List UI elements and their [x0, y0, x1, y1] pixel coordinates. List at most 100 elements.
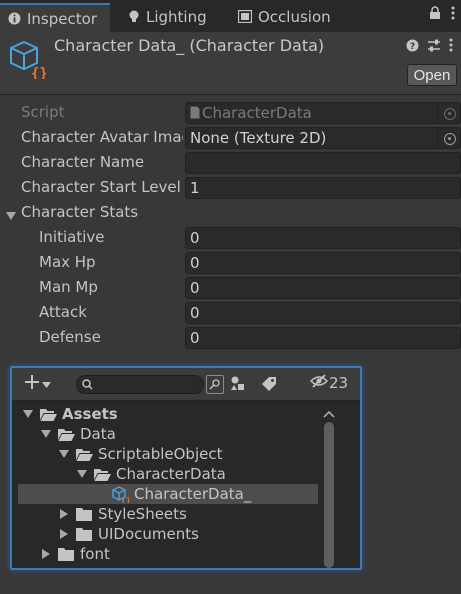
- tree-item-uidocuments[interactable]: UIDocuments: [18, 524, 318, 544]
- kebab-menu-icon[interactable]: [451, 6, 455, 24]
- open-button[interactable]: Open: [407, 64, 457, 86]
- character-name-input[interactable]: [185, 152, 461, 174]
- script-value: CharacterData: [202, 104, 312, 122]
- object-picker-icon[interactable]: [444, 133, 456, 145]
- chevron-down-icon: [42, 376, 51, 392]
- foldout-collapsed-icon[interactable]: [40, 544, 52, 564]
- man-mp-field-row: Man Mp 0: [0, 276, 461, 301]
- name-field-row: Character Name: [0, 151, 461, 176]
- tree-item-label: CharacterData: [116, 465, 226, 483]
- project-toolbar: 23: [12, 368, 360, 401]
- inspector-header: {} Character Data_ (Character Data) ? Op…: [0, 32, 461, 94]
- tree-item-label: ScriptableObject: [98, 445, 223, 463]
- max-hp-field-row: Max Hp 0: [0, 251, 461, 276]
- create-button[interactable]: [24, 374, 51, 394]
- scriptable-object-icon: {}: [112, 485, 129, 503]
- project-window: 23 Assets Data ScriptableObject Characte…: [10, 366, 362, 570]
- character-stats-label: Character Stats: [21, 203, 139, 221]
- defense-field-row: Defense 0: [0, 326, 461, 351]
- attack-label: Attack: [39, 303, 87, 321]
- script-object-field: CharacterData: [185, 102, 461, 124]
- foldout-expanded-icon[interactable]: [40, 424, 52, 444]
- page-title: Character Data_ (Character Data): [54, 36, 325, 55]
- window-tab-bar: Inspector Lighting Occlusion: [0, 0, 461, 32]
- man-mp-label: Man Mp: [39, 278, 98, 296]
- tab-lighting-label: Lighting: [146, 7, 207, 26]
- tree-item-scriptableobject[interactable]: ScriptableObject: [18, 444, 318, 464]
- initiative-field-row: Initiative 0: [0, 226, 461, 251]
- filter-by-label-icon[interactable]: [262, 376, 277, 395]
- folder-open-icon: [40, 408, 57, 421]
- foldout-expanded-icon[interactable]: [76, 464, 88, 484]
- tree-item-characterdata-asset[interactable]: {} CharacterData_: [18, 484, 318, 504]
- foldout-expanded-icon[interactable]: [22, 404, 34, 424]
- header-tools: ?: [406, 38, 453, 56]
- tree-item-stylesheets[interactable]: StyleSheets: [18, 504, 318, 524]
- tab-occlusion[interactable]: Occlusion: [238, 4, 331, 29]
- hidden-count-value: 23: [329, 374, 349, 392]
- foldout-collapsed-icon[interactable]: [58, 504, 70, 524]
- max-hp-input[interactable]: 0: [185, 252, 461, 274]
- tree-item-label: UIDocuments: [98, 525, 199, 543]
- object-picker-icon: [444, 108, 456, 120]
- start-level-label: Character Start Level: [21, 178, 181, 196]
- header-divider: [0, 94, 461, 95]
- vertical-scrollbar[interactable]: [322, 402, 336, 568]
- tree-item-label: Data: [80, 425, 116, 443]
- folder-open-icon: [58, 428, 75, 441]
- max-hp-label: Max Hp: [39, 253, 96, 271]
- help-icon[interactable]: ?: [406, 39, 419, 56]
- avatar-label: Character Avatar Imag: [21, 128, 183, 146]
- eye-slash-icon: [309, 374, 329, 392]
- kebab-menu-icon[interactable]: [449, 38, 453, 56]
- occlusion-icon: [238, 10, 252, 23]
- scriptable-object-icon: {}: [8, 39, 48, 82]
- start-level-input[interactable]: 1: [185, 177, 461, 199]
- tree-item-characterdata-folder[interactable]: CharacterData: [18, 464, 318, 484]
- tree-item-data[interactable]: Data: [18, 424, 318, 444]
- object-picker-separator: [437, 128, 438, 148]
- tree-item-label: Assets: [62, 405, 118, 423]
- avatar-object-field[interactable]: None (Texture 2D): [185, 127, 461, 149]
- initiative-input[interactable]: 0: [185, 227, 461, 249]
- attack-field-row: Attack 0: [0, 301, 461, 326]
- attack-input[interactable]: 0: [185, 302, 461, 324]
- lightbulb-icon: [128, 10, 140, 24]
- defense-label: Defense: [39, 328, 101, 346]
- script-field-row: Script CharacterData: [0, 101, 461, 126]
- tree-item-label: StyleSheets: [98, 505, 187, 523]
- tree-item-assets[interactable]: Assets: [18, 404, 318, 424]
- foldout-collapsed-icon[interactable]: [58, 524, 70, 544]
- man-mp-input[interactable]: 0: [185, 277, 461, 299]
- tab-inspector[interactable]: Inspector: [0, 3, 110, 32]
- info-icon: [8, 12, 21, 25]
- search-input[interactable]: [76, 375, 204, 394]
- folder-icon: [76, 507, 93, 521]
- search-by-type-button[interactable]: [206, 375, 224, 394]
- plus-icon: [24, 374, 40, 394]
- character-stats-foldout[interactable]: Character Stats: [0, 201, 461, 226]
- folder-open-icon: [76, 448, 93, 461]
- tree-item-label: font: [80, 545, 110, 563]
- tab-lighting[interactable]: Lighting: [128, 4, 207, 29]
- folder-open-icon: [94, 468, 111, 481]
- script-label: Script: [21, 103, 65, 121]
- filter-by-type-icon[interactable]: [230, 376, 246, 396]
- foldout-expanded-icon[interactable]: [58, 444, 70, 464]
- tree-item-label: CharacterData_: [134, 485, 252, 503]
- name-label: Character Name: [21, 153, 145, 171]
- svg-text:?: ?: [410, 42, 415, 52]
- search-icon: [82, 378, 93, 394]
- hidden-packages-toggle[interactable]: 23: [309, 374, 349, 392]
- scroll-up-icon[interactable]: [323, 406, 335, 422]
- foldout-expanded-icon[interactable]: [6, 208, 16, 224]
- tab-inspector-label: Inspector: [27, 9, 97, 28]
- avatar-field-row: Character Avatar Imag None (Texture 2D): [0, 126, 461, 151]
- scrollbar-thumb[interactable]: [324, 422, 334, 568]
- avatar-value: None (Texture 2D): [190, 129, 327, 147]
- defense-input[interactable]: 0: [185, 327, 461, 349]
- presets-icon[interactable]: [427, 39, 441, 56]
- tree-item-font[interactable]: font: [18, 544, 318, 564]
- lock-icon[interactable]: [429, 6, 441, 24]
- folder-icon: [58, 547, 75, 561]
